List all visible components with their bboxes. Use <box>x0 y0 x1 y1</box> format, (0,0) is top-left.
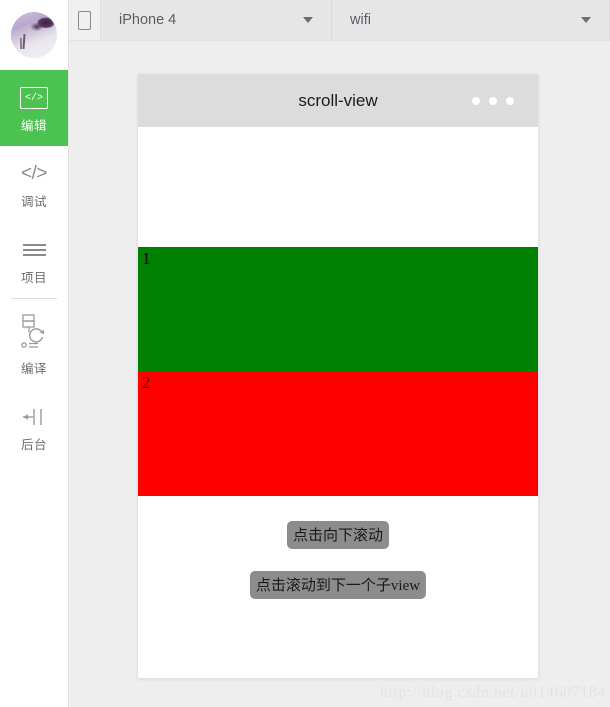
sidebar-item-background-label: 后台 <box>20 438 47 452</box>
watermark-text: http://blog.csdn.net/u014607184 <box>379 684 606 701</box>
dot <box>489 96 497 105</box>
sidebar-item-compile[interactable]: 编译 <box>0 299 68 389</box>
scroll-item-green: 1 <box>138 247 538 371</box>
scroll-down-button[interactable]: 点击向下滚动 <box>286 521 390 549</box>
sidebar-item-debug[interactable]: </> 调试 <box>0 146 68 222</box>
chevron-down-icon <box>581 17 591 23</box>
dot <box>472 96 480 105</box>
scroll-item-red: 2 <box>138 371 538 496</box>
background-svg <box>23 409 42 425</box>
page-title: scroll-view <box>298 90 378 110</box>
list-icon <box>22 235 46 265</box>
sidebar: </> 编辑 </> 调试 项目 编译 后台 <box>0 0 69 707</box>
more-options-icon[interactable] <box>472 96 514 105</box>
dot <box>506 96 514 105</box>
sidebar-item-compile-label: 编译 <box>20 362 47 376</box>
code-boxed-glyph: </> <box>20 87 48 109</box>
code-icon: </> <box>21 159 47 189</box>
avatar-container[interactable] <box>0 0 68 70</box>
device-select[interactable]: iPhone 4 <box>101 0 332 40</box>
avatar[interactable] <box>11 12 57 58</box>
simulator-titlebar: scroll-view <box>138 74 538 127</box>
simulator-panel: scroll-view 1 2 点击向下滚动 点击滚动到下一个子view <box>138 74 538 678</box>
main-area: scroll-view 1 2 点击向下滚动 点击滚动到下一个子view htt… <box>69 41 610 707</box>
list-icon-bars <box>22 240 46 259</box>
sidebar-item-debug-label: 调试 <box>20 195 47 209</box>
toolbar: iPhone 4 wifi <box>69 0 610 41</box>
sidebar-item-background[interactable]: 后台 <box>0 389 68 465</box>
background-icon <box>19 402 49 432</box>
sidebar-item-project[interactable]: 项目 <box>0 222 68 298</box>
phone-frame-glyph <box>78 10 91 30</box>
phone-frame-icon[interactable] <box>69 0 101 40</box>
sidebar-item-project-label: 项目 <box>20 271 47 285</box>
sidebar-item-edit-label: 编辑 <box>20 119 47 133</box>
scroll-to-next-child-button[interactable]: 点击滚动到下一个子view <box>249 571 427 599</box>
code-boxed-icon: </> <box>20 83 48 113</box>
avatar-trunk-decoration <box>22 33 26 50</box>
sidebar-item-edit[interactable]: </> 编辑 <box>0 70 68 146</box>
device-select-value: iPhone 4 <box>119 12 177 28</box>
simulator-viewport[interactable]: 1 2 点击向下滚动 点击滚动到下一个子view <box>138 127 538 678</box>
network-select[interactable]: wifi <box>332 0 610 40</box>
avatar-post-decoration <box>20 38 22 49</box>
compile-refresh-icon <box>16 312 52 356</box>
code-glyph: </> <box>21 163 47 184</box>
avatar-tree-decoration <box>25 15 55 41</box>
chevron-down-icon <box>303 17 313 23</box>
compile-refresh-svg <box>21 314 45 348</box>
network-select-value: wifi <box>350 12 371 28</box>
